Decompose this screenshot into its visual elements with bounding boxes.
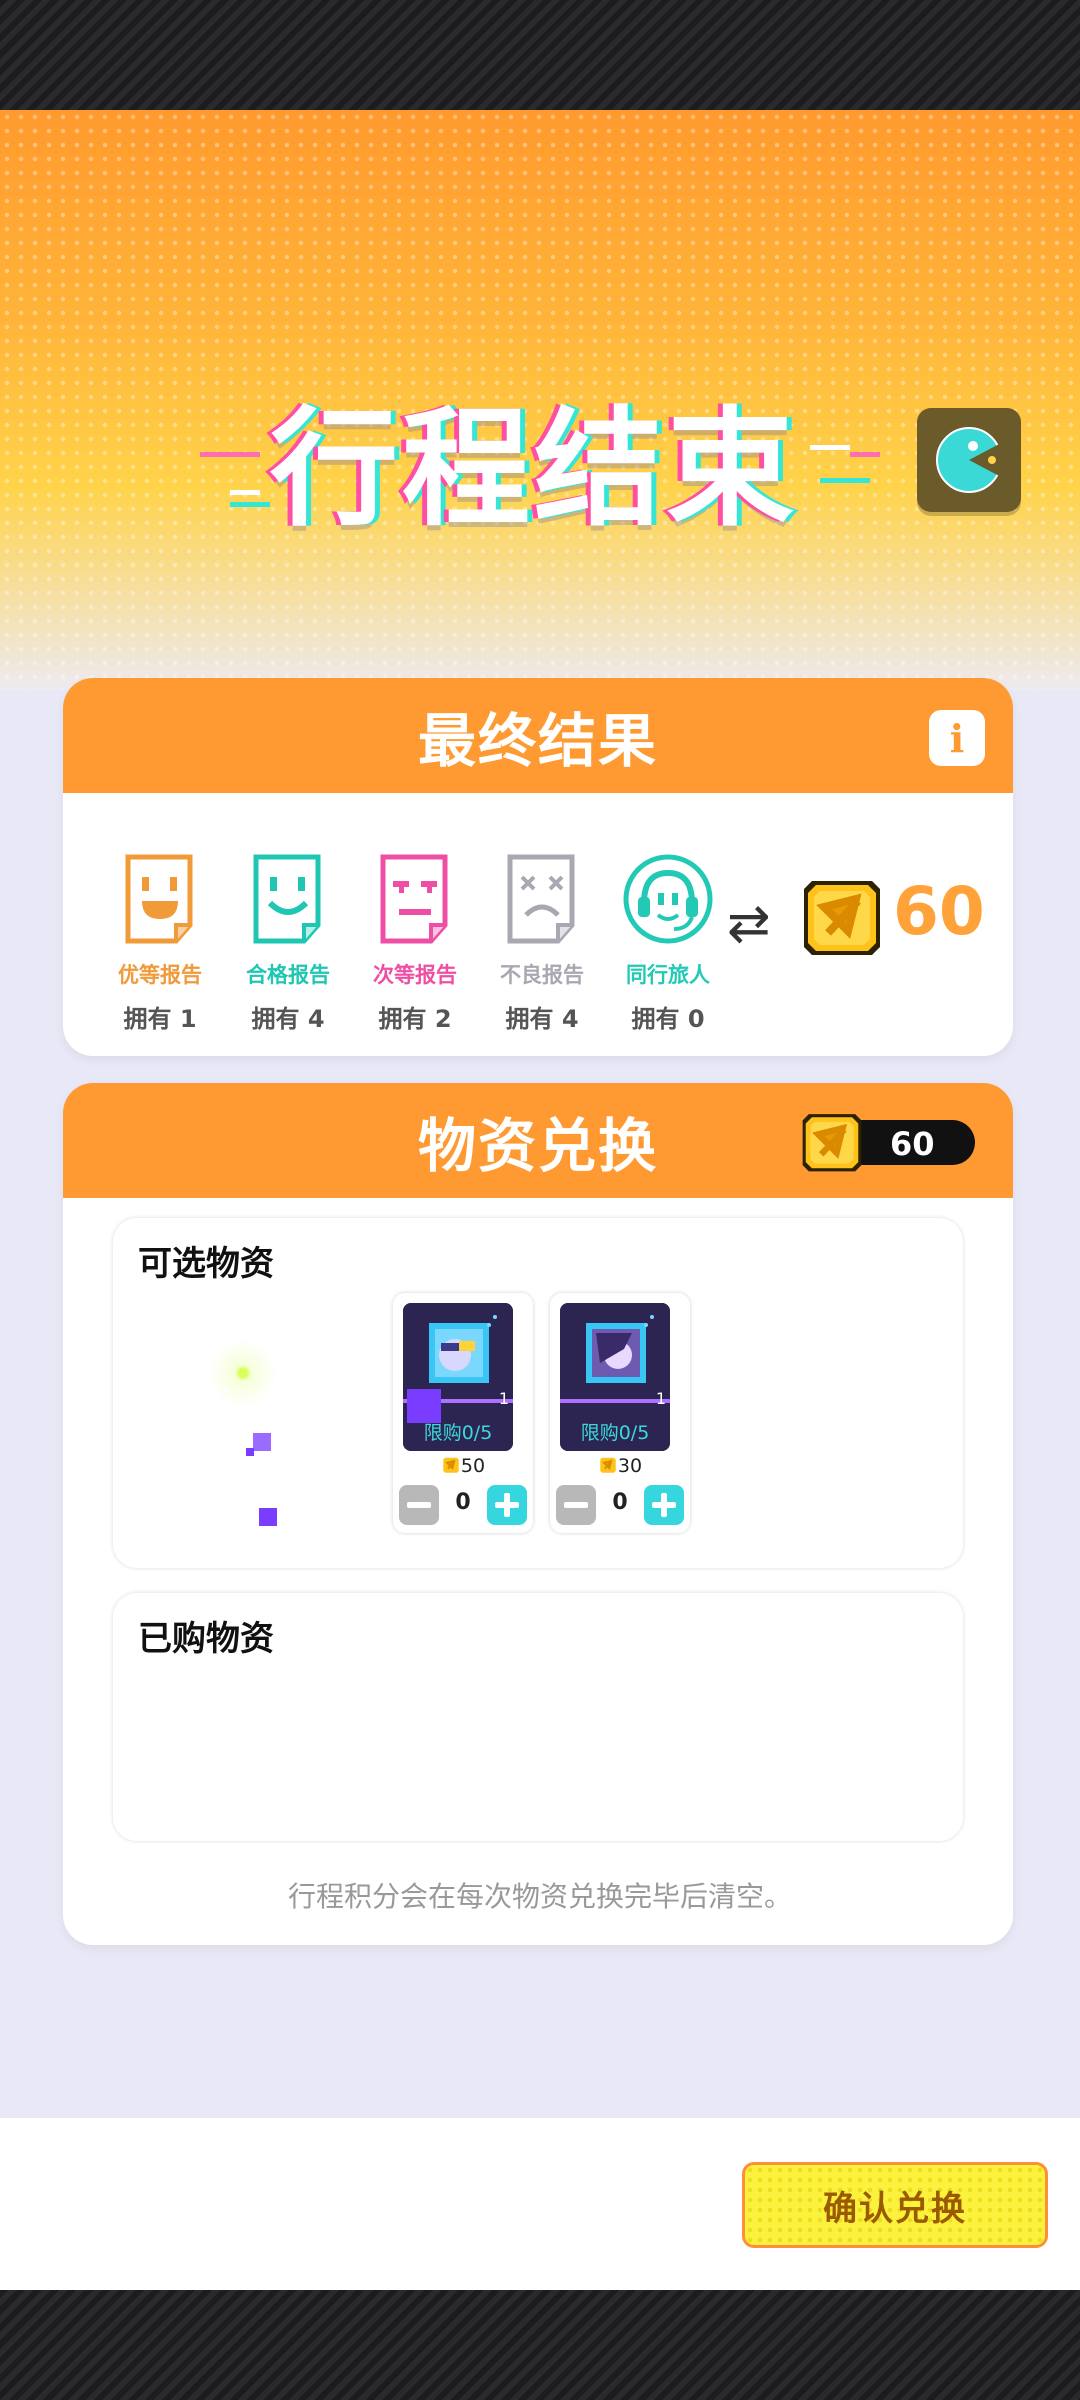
- confirm-exchange-label: 确认兑换: [823, 2188, 967, 2229]
- item-limit: 限购0/5: [423, 1422, 493, 1444]
- sparkle-decoration: [208, 1338, 278, 1408]
- quantity-stepper: 0: [556, 1485, 684, 1527]
- particle-decoration: [246, 1448, 254, 1456]
- increase-button[interactable]: [644, 1485, 684, 1525]
- page-title: 行程结束: [270, 395, 799, 544]
- confirm-exchange-button[interactable]: 确认兑换: [742, 2162, 1048, 2248]
- points-value: 60: [893, 873, 985, 950]
- happy-report-icon: [125, 854, 193, 944]
- report-excellent: 优等报告 拥有 1: [105, 853, 215, 1034]
- item-count: 1: [655, 1389, 666, 1408]
- points-coin-icon: [798, 873, 886, 965]
- report-owned: 拥有 4: [251, 1005, 325, 1033]
- item-quantity: 0: [455, 1490, 471, 1515]
- final-result-card: 最终结果 i 优等报告 拥有 1 合格报告 拥有 4 次等报告 拥有 2 不良报…: [63, 678, 1013, 1056]
- purchased-items-panel: 已购物资: [113, 1593, 963, 1841]
- item-price: 50: [393, 1455, 533, 1477]
- pacman-button[interactable]: [917, 408, 1021, 512]
- exchange-card: 物资兑换 60 可选物资 1 限购0/5 50 0 1 限购0/5 30 0 已…: [63, 1083, 1013, 1945]
- balance-pill: 60: [802, 1114, 975, 1172]
- report-owned: 拥有 2: [378, 1005, 452, 1033]
- report-traveler: 同行旅人 拥有 0: [613, 853, 723, 1034]
- coin-icon: [600, 1457, 616, 1473]
- quantity-stepper: 0: [399, 1485, 527, 1527]
- decrease-button[interactable]: [556, 1485, 596, 1525]
- exchange-header: 物资兑换 60: [63, 1083, 1013, 1198]
- item-price-value: 50: [460, 1455, 486, 1477]
- purchased-items-title: 已购物资: [138, 1619, 274, 1659]
- headset-traveler-icon: [623, 854, 713, 944]
- decrease-button[interactable]: [399, 1485, 439, 1525]
- unamused-report-icon: [380, 854, 448, 944]
- item-thumbnail: 1 限购0/5: [403, 1303, 513, 1451]
- item-price-value: 30: [617, 1455, 643, 1477]
- exchange-title: 物资兑换: [417, 1111, 658, 1180]
- smile-report-icon: [253, 854, 321, 944]
- report-label: 次等报告: [373, 963, 457, 987]
- title-area: 行程结束: [190, 255, 880, 565]
- points-reset-note: 行程积分会在每次物资兑换完毕后清空。: [287, 1880, 792, 1913]
- report-owned: 拥有 4: [505, 1005, 579, 1033]
- item-card[interactable]: 1 限购0/5 30 0: [550, 1293, 690, 1533]
- item-quantity: 0: [612, 1490, 628, 1515]
- available-items-panel: 可选物资 1 限购0/5 50 0 1 限购0/5 30 0: [113, 1218, 963, 1568]
- report-bad: 不良报告 拥有 4: [487, 853, 597, 1034]
- balance-coin-icon: [802, 1114, 862, 1172]
- exchange-arrows-icon: ⇄: [727, 894, 771, 954]
- final-result-title: 最终结果: [417, 706, 658, 775]
- report-owned: 拥有 1: [123, 1005, 197, 1033]
- info-button[interactable]: i: [929, 710, 985, 766]
- item-card[interactable]: 1 限购0/5 50 0: [393, 1293, 533, 1533]
- navigation-bar: [0, 2290, 1080, 2400]
- dead-report-icon: [507, 854, 575, 944]
- info-icon: i: [949, 715, 965, 761]
- report-label: 同行旅人: [626, 963, 710, 987]
- balance-value: 60: [890, 1125, 935, 1163]
- report-pass: 合格报告 拥有 4: [233, 853, 343, 1034]
- item-limit: 限购0/5: [580, 1422, 650, 1444]
- item-thumbnail: 1 限购0/5: [560, 1303, 670, 1451]
- particle-decoration: [259, 1508, 277, 1526]
- report-label: 不良报告: [500, 963, 584, 987]
- final-result-header: 最终结果 i: [63, 678, 1013, 793]
- particle-decoration: [253, 1433, 271, 1451]
- top-status-bar: [0, 0, 1080, 110]
- report-inferior: 次等报告 拥有 2: [360, 853, 470, 1034]
- item-price: 30: [550, 1455, 690, 1477]
- report-label: 优等报告: [118, 963, 202, 987]
- report-owned: 拥有 0: [631, 1005, 705, 1033]
- available-items-title: 可选物资: [138, 1244, 274, 1284]
- report-label: 合格报告: [246, 963, 330, 987]
- item-count: 1: [498, 1389, 509, 1408]
- coin-icon: [443, 1457, 459, 1473]
- increase-button[interactable]: [487, 1485, 527, 1525]
- pacman-icon: [936, 427, 1003, 493]
